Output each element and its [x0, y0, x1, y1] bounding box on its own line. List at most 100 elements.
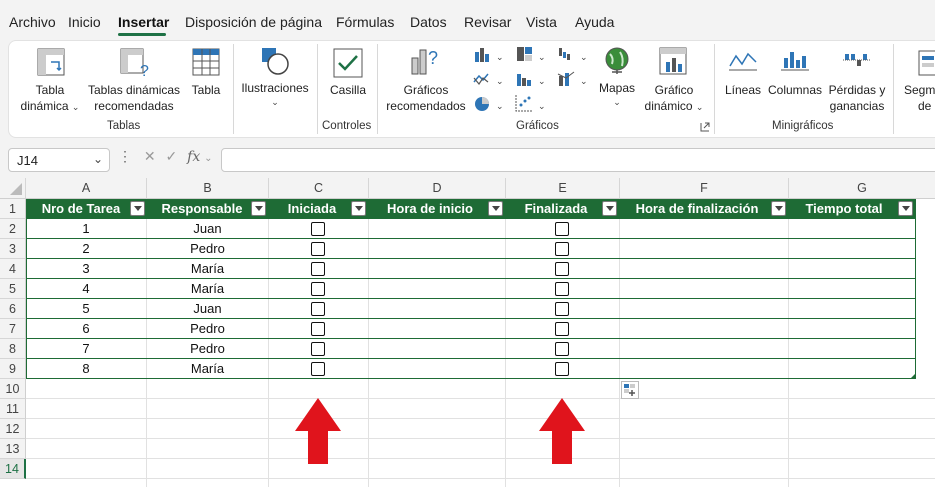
sparkline-lines-button[interactable]: Líneas	[724, 46, 762, 116]
illustrations-button[interactable]: Ilustraciones ⌄	[240, 46, 310, 116]
checkbox-finalizada[interactable]	[555, 282, 569, 296]
more-options-icon[interactable]: ⋮	[118, 148, 132, 164]
col-header-g[interactable]: G	[789, 178, 935, 199]
row-header-14[interactable]: 14	[0, 459, 26, 479]
col-header-d[interactable]: D	[369, 178, 506, 199]
table-button[interactable]: Tabla	[188, 46, 224, 116]
fx-icon[interactable]: fx	[187, 149, 200, 165]
checkbox-button[interactable]: Casilla	[326, 46, 370, 116]
row-header-12[interactable]: 12	[0, 419, 26, 439]
cell-nro[interactable]: 8	[26, 359, 146, 379]
col-header-c[interactable]: C	[269, 178, 369, 199]
dialog-launcher-icon[interactable]	[700, 122, 710, 132]
row-header-10[interactable]: 10	[0, 379, 26, 399]
line-chart-button[interactable]: ⌄	[472, 68, 508, 90]
filter-dropdown-button[interactable]	[351, 201, 366, 216]
cell-nro[interactable]: 3	[26, 259, 146, 279]
checkbox-iniciada[interactable]	[311, 302, 325, 316]
row-header-2[interactable]: 2	[0, 219, 26, 239]
menu-inicio[interactable]: Inicio	[68, 14, 101, 30]
row-header-7[interactable]: 7	[0, 319, 26, 339]
checkbox-iniciada[interactable]	[311, 222, 325, 236]
cell-nro[interactable]: 4	[26, 279, 146, 299]
cell-responsable[interactable]: Juan	[147, 299, 268, 319]
checkbox-iniciada[interactable]	[311, 322, 325, 336]
cell-responsable[interactable]: Pedro	[147, 339, 268, 359]
row-header-5[interactable]: 5	[0, 279, 26, 299]
row-header-3[interactable]: 3	[0, 239, 26, 259]
row-header-6[interactable]: 6	[0, 299, 26, 319]
select-all-corner[interactable]	[0, 178, 26, 199]
formula-input[interactable]	[221, 148, 935, 172]
chevron-down-icon[interactable]: ⌄	[204, 153, 212, 164]
row-header-4[interactable]: 4	[0, 259, 26, 279]
col-header-f[interactable]: F	[620, 178, 789, 199]
checkbox-finalizada[interactable]	[555, 222, 569, 236]
column-chart-button[interactable]: ⌄	[472, 44, 508, 66]
filter-dropdown-button[interactable]	[771, 201, 786, 216]
table-resize-handle-icon[interactable]	[910, 373, 916, 379]
menu-ayuda[interactable]: Ayuda	[575, 14, 614, 30]
cell-nro[interactable]: 2	[26, 239, 146, 259]
filter-dropdown-button[interactable]	[898, 201, 913, 216]
cell-nro[interactable]: 7	[26, 339, 146, 359]
cell-responsable[interactable]: Pedro	[147, 239, 268, 259]
cell-nro[interactable]: 5	[26, 299, 146, 319]
filter-dropdown-button[interactable]	[251, 201, 266, 216]
checkbox-finalizada[interactable]	[555, 302, 569, 316]
recommended-charts-button[interactable]: ? Gráficos recomendados	[384, 46, 468, 116]
checkbox-finalizada[interactable]	[555, 362, 569, 376]
checkbox-iniciada[interactable]	[311, 362, 325, 376]
row-header-11[interactable]: 11	[0, 399, 26, 419]
quick-analysis-button[interactable]	[621, 381, 639, 399]
cell-responsable[interactable]: Juan	[147, 219, 268, 239]
checkbox-iniciada[interactable]	[311, 262, 325, 276]
checkbox-finalizada[interactable]	[555, 242, 569, 256]
cell-responsable[interactable]: María	[147, 279, 268, 299]
filter-dropdown-button[interactable]	[602, 201, 617, 216]
col-header-b[interactable]: B	[147, 178, 269, 199]
menu-revisar[interactable]: Revisar	[464, 14, 511, 30]
col-header-e[interactable]: E	[506, 178, 620, 199]
cell-responsable[interactable]: Pedro	[147, 319, 268, 339]
checkbox-finalizada[interactable]	[555, 262, 569, 276]
row-header-8[interactable]: 8	[0, 339, 26, 359]
statistic-chart-button[interactable]: ⌄	[514, 68, 550, 90]
checkbox-iniciada[interactable]	[311, 342, 325, 356]
row-header-1[interactable]: 1	[0, 199, 26, 219]
name-box[interactable]: J14 ⌄	[8, 148, 110, 172]
col-header-a[interactable]: A	[26, 178, 147, 199]
filter-dropdown-button[interactable]	[488, 201, 503, 216]
sparkline-winloss-button[interactable]: Pérdidas y ganancias	[828, 46, 886, 116]
filter-dropdown-button[interactable]	[130, 201, 145, 216]
sparkline-columns-button[interactable]: Columnas	[767, 46, 823, 116]
pivot-table-button[interactable]: Tabla dinámica ⌄	[20, 46, 79, 116]
cell-nro[interactable]: 1	[26, 219, 146, 239]
pie-chart-button[interactable]: ⌄	[472, 93, 508, 115]
menu-datos[interactable]: Datos	[410, 14, 447, 30]
row-header-9[interactable]: 9	[0, 359, 26, 379]
menu-formulas[interactable]: Fórmulas	[336, 14, 394, 30]
menu-vista[interactable]: Vista	[526, 14, 557, 30]
recommended-pivot-button[interactable]: ? Tablas dinámicas recomendadas	[88, 46, 180, 116]
check-icon[interactable]: ✓	[166, 148, 178, 164]
scatter-chart-button[interactable]: ⌄	[514, 93, 550, 115]
menu-insertar[interactable]: Insertar	[118, 14, 169, 30]
cell-responsable[interactable]: María	[147, 259, 268, 279]
pivot-chart-button[interactable]: Gráfico dinámico ⌄	[640, 46, 708, 116]
row-header-13[interactable]: 13	[0, 439, 26, 459]
checkbox-finalizada[interactable]	[555, 342, 569, 356]
menu-disposicion[interactable]: Disposición de página	[185, 14, 322, 30]
waterfall-chart-button[interactable]: ⌄	[556, 44, 592, 66]
combo-chart-button[interactable]: ⌄	[556, 68, 592, 90]
checkbox-iniciada[interactable]	[311, 282, 325, 296]
cell-responsable[interactable]: María	[147, 359, 268, 379]
checkbox-iniciada[interactable]	[311, 242, 325, 256]
slicer-button[interactable]: Segme de	[902, 46, 935, 116]
cell-nro[interactable]: 6	[26, 319, 146, 339]
cancel-icon[interactable]: ✕	[144, 148, 156, 164]
hierarchy-chart-button[interactable]: ⌄	[514, 44, 550, 66]
menu-archivo[interactable]: Archivo	[9, 14, 56, 30]
checkbox-finalizada[interactable]	[555, 322, 569, 336]
maps-button[interactable]: Mapas ⌄	[596, 46, 638, 116]
